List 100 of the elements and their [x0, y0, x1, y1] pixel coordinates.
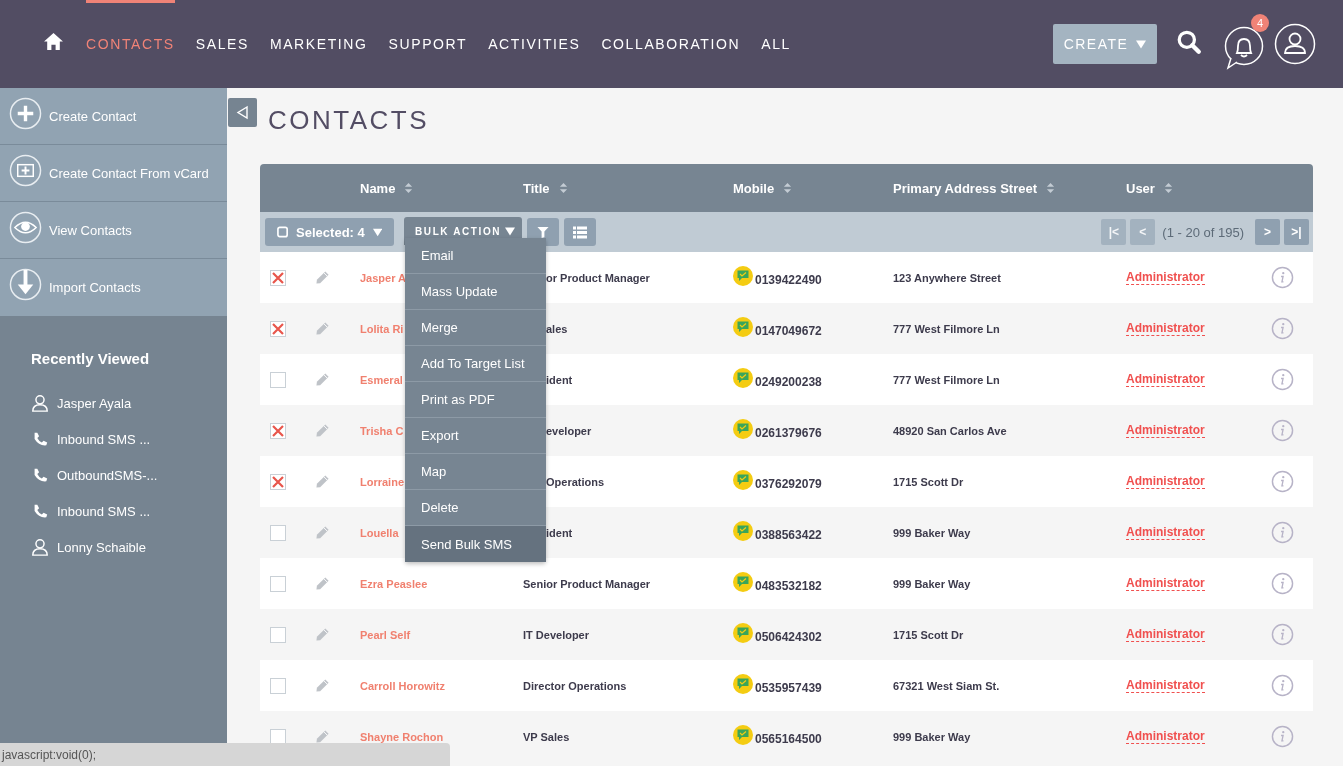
pencil-icon[interactable] [315, 423, 330, 438]
contact-name-link[interactable]: Carroll Horowitz [360, 679, 445, 692]
info-icon[interactable] [1271, 266, 1294, 289]
menu-item[interactable]: Email [405, 238, 546, 274]
contact-name-link[interactable]: Pearl Self [360, 628, 411, 641]
column-header[interactable]: Title [523, 180, 550, 196]
search-icon[interactable] [1176, 29, 1202, 55]
nav-tab[interactable]: ALL [761, 0, 791, 88]
home-icon[interactable] [43, 30, 64, 52]
sms-icon[interactable] [733, 724, 753, 745]
user-link[interactable]: Administrator [1126, 474, 1205, 489]
user-link[interactable]: Administrator [1126, 372, 1205, 387]
sms-icon[interactable] [733, 469, 753, 490]
sms-icon[interactable] [733, 622, 753, 643]
info-icon[interactable] [1271, 725, 1294, 748]
user-link[interactable]: Administrator [1126, 576, 1205, 591]
contact-name-link[interactable]: Lorraine [360, 475, 404, 488]
sort-icon[interactable] [783, 182, 793, 194]
sidebar-action[interactable]: Create Contact [0, 88, 227, 145]
sort-icon[interactable] [1163, 182, 1173, 194]
menu-item[interactable]: Export [405, 418, 546, 454]
user-link[interactable]: Administrator [1126, 270, 1205, 285]
recent-item[interactable]: Jasper Ayala [31, 385, 227, 421]
row-checkbox[interactable] [270, 677, 286, 694]
menu-item[interactable]: Merge [405, 310, 546, 346]
pencil-icon[interactable] [315, 270, 330, 285]
nav-tab[interactable]: SALES [195, 0, 249, 88]
pencil-icon[interactable] [315, 627, 330, 642]
column-header[interactable]: Primary Address Street [893, 180, 1038, 196]
info-icon[interactable] [1271, 470, 1294, 493]
sidebar-action[interactable]: Create Contact From vCard [0, 145, 227, 202]
notification-bell-icon[interactable] [1223, 26, 1265, 70]
menu-item[interactable]: Add To Target List [405, 346, 546, 382]
menu-item[interactable]: Map [405, 454, 546, 490]
row-checkbox[interactable] [270, 371, 286, 388]
sort-icon[interactable] [558, 182, 568, 194]
contact-name-link[interactable]: Jasper A [360, 271, 407, 284]
user-link[interactable]: Administrator [1126, 321, 1205, 336]
user-link[interactable]: Administrator [1126, 729, 1205, 744]
user-link[interactable]: Administrator [1126, 627, 1205, 642]
recent-item[interactable]: Inbound SMS ... [31, 493, 227, 529]
pencil-icon[interactable] [315, 321, 330, 336]
contact-name-link[interactable]: Shayne Rochon [360, 730, 444, 743]
menu-item[interactable]: Print as PDF [405, 382, 546, 418]
sms-icon[interactable] [733, 673, 753, 694]
contact-name-link[interactable]: Trisha C [360, 424, 404, 437]
nav-tab[interactable]: MARKETING [269, 0, 368, 88]
selection-dropdown[interactable]: Selected: 4 [265, 218, 394, 246]
row-checkbox[interactable] [270, 728, 286, 745]
info-icon[interactable] [1271, 572, 1294, 595]
column-header[interactable]: User [1126, 180, 1155, 196]
row-checkbox[interactable] [270, 473, 286, 490]
sms-icon[interactable] [733, 418, 753, 439]
row-checkbox[interactable] [270, 626, 286, 643]
contact-name-link[interactable]: Esmeral [360, 373, 403, 386]
info-icon[interactable] [1271, 368, 1294, 391]
nav-tab[interactable]: ACTIVITIES [488, 0, 581, 88]
info-icon[interactable] [1271, 317, 1294, 340]
sort-icon[interactable] [404, 182, 414, 194]
pencil-icon[interactable] [315, 525, 330, 540]
column-header[interactable]: Mobile [733, 180, 775, 196]
info-icon[interactable] [1271, 419, 1294, 442]
column-header[interactable]: Name [360, 180, 396, 196]
nav-tab[interactable]: COLLABORATION [601, 0, 741, 88]
user-link[interactable]: Administrator [1126, 678, 1205, 693]
pencil-icon[interactable] [315, 372, 330, 387]
contact-name-link[interactable]: Lolita Ri [360, 322, 404, 335]
nav-tab[interactable]: SUPPORT [388, 0, 468, 88]
menu-item[interactable]: Mass Update [405, 274, 546, 310]
contact-name-link[interactable]: Louella [360, 526, 399, 539]
create-button[interactable]: CREATE [1053, 24, 1157, 64]
recent-item[interactable]: Lonny Schaible [31, 529, 227, 565]
sms-icon[interactable] [733, 265, 753, 286]
menu-item[interactable]: Send Bulk SMS [405, 526, 546, 562]
user-avatar-icon[interactable] [1274, 23, 1316, 65]
pencil-icon[interactable] [315, 678, 330, 693]
contact-name-link[interactable]: Ezra Peaslee [360, 577, 428, 590]
info-icon[interactable] [1271, 521, 1294, 544]
row-checkbox[interactable] [270, 422, 286, 439]
info-icon[interactable] [1271, 674, 1294, 697]
pagination-button[interactable]: >| [1284, 219, 1309, 245]
sms-icon[interactable] [733, 571, 753, 592]
sms-icon[interactable] [733, 367, 753, 388]
sms-icon[interactable] [733, 520, 753, 541]
sort-icon[interactable] [1046, 182, 1056, 194]
collapse-tab-icon[interactable] [228, 98, 257, 127]
sms-icon[interactable] [733, 316, 753, 337]
pagination-button[interactable]: > [1255, 219, 1280, 245]
user-link[interactable]: Administrator [1126, 423, 1205, 438]
pencil-icon[interactable] [315, 729, 330, 744]
row-checkbox[interactable] [270, 320, 286, 337]
pencil-icon[interactable] [315, 474, 330, 489]
recent-item[interactable]: Inbound SMS ... [31, 421, 227, 457]
row-checkbox[interactable] [270, 524, 286, 541]
user-link[interactable]: Administrator [1126, 525, 1205, 540]
row-checkbox[interactable] [270, 269, 286, 286]
sidebar-action[interactable]: View Contacts [0, 202, 227, 259]
pencil-icon[interactable] [315, 576, 330, 591]
row-checkbox[interactable] [270, 575, 286, 592]
column-chooser-button[interactable] [564, 218, 596, 246]
